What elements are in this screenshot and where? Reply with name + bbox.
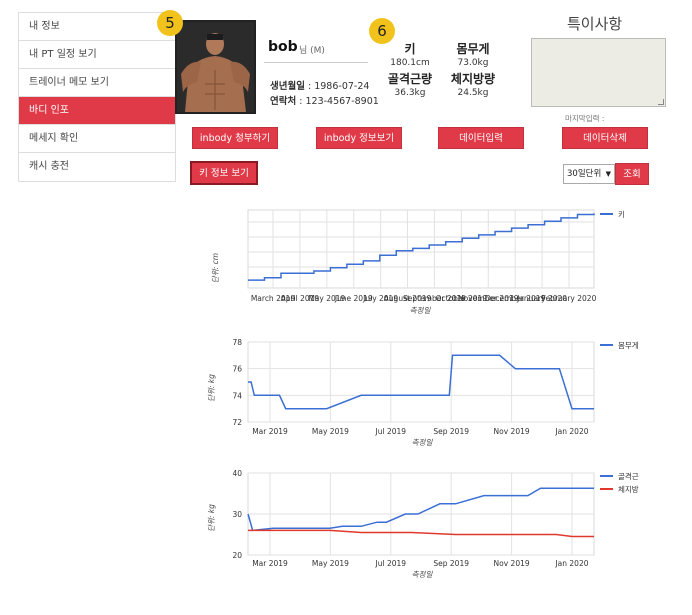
weight-chart-xlabel: 측정일 bbox=[412, 438, 434, 447]
composition-chart-grid bbox=[247, 472, 595, 556]
weight-chart-legend: 몸무게 bbox=[600, 340, 639, 350]
series-line-muscle bbox=[247, 487, 594, 532]
x-tick-label: Jan 2020 bbox=[554, 427, 588, 436]
height-value: 180.1cm bbox=[390, 58, 430, 68]
phone-value: : 123-4567-8901 bbox=[296, 96, 379, 107]
weight-chart-ylabel: 단위: kg bbox=[207, 374, 216, 402]
weight-chart-x-ticks: Mar 2019 May 2019 Jul 2019 Sep 2019 Nov 2019… bbox=[252, 427, 589, 436]
period-select-value: 30일단위 bbox=[567, 169, 602, 179]
fat-label: 체지방량 bbox=[450, 72, 496, 86]
height-chart-svg: 단위: cm 측정일 March 2019April 2019May 2019J… bbox=[211, 209, 625, 315]
notes-textarea[interactable] bbox=[531, 38, 666, 107]
height-chart-xlabel: 측정일 bbox=[410, 306, 432, 315]
data-delete-button[interactable]: 데이터삭제 bbox=[562, 127, 648, 149]
y-tick-label: 76 bbox=[232, 365, 242, 374]
legend-label-weight: 몸무게 bbox=[618, 340, 639, 350]
x-tick-label: Sep 2019 bbox=[433, 427, 469, 436]
weight-chart-lines bbox=[248, 354, 594, 410]
marker-6-badge: 6 bbox=[369, 18, 395, 44]
muscle-label: 골격근량 bbox=[387, 72, 433, 86]
sidebar-item-my-info[interactable]: 내 정보 bbox=[19, 13, 175, 41]
legend-label-height: 키 bbox=[618, 210, 625, 219]
composition-chart-legend: 골격근 체지방 bbox=[600, 471, 639, 494]
profile-name-suffix: 님 (M) bbox=[299, 46, 325, 56]
data-input-button[interactable]: 데이터입력 bbox=[438, 127, 524, 149]
legend-label-fat: 체지방 bbox=[618, 484, 639, 494]
weight-chart: 단위: kg 측정일 72 74 76 78 Mar 2019 May 2019 Jul … bbox=[200, 330, 650, 450]
legend-label-muscle: 골격근 bbox=[618, 471, 639, 481]
last-input-label: 마지막입력 : bbox=[565, 114, 605, 123]
height-label: 키 bbox=[404, 42, 416, 56]
sidebar-menu: 내 정보 내 PT 일정 보기 트레이너 메모 보기 바디 인포 메세지 확인 … bbox=[18, 12, 176, 182]
composition-chart-ylabel: 단위: kg bbox=[207, 504, 216, 532]
series-line-weight bbox=[248, 354, 594, 410]
y-tick-label: 40 bbox=[232, 469, 242, 478]
profile-name: bob bbox=[268, 39, 298, 55]
height-chart: 단위: cm 측정일 March 2019 April 2019 May 2019 J… bbox=[200, 200, 650, 320]
muscle-value: 36.3kg bbox=[394, 88, 426, 98]
profile-photo-image bbox=[177, 22, 254, 112]
lookup-button[interactable]: 조회 bbox=[615, 163, 649, 185]
height-chart-x-ticks: March 2019April 2019May 2019June 2019Jul… bbox=[251, 294, 597, 303]
weight-chart-y-ticks: 72 74 76 78 bbox=[232, 338, 242, 427]
key-info-button[interactable]: 키 정보 보기 bbox=[190, 161, 258, 185]
height-chart-ylabel: 단위: cm bbox=[211, 253, 220, 283]
marker-5-badge: 5 bbox=[157, 10, 183, 36]
x-tick-label: Mar 2019 bbox=[252, 559, 288, 568]
x-tick-label: Jan 2020 bbox=[554, 559, 588, 568]
phone-label: 연락처 bbox=[270, 96, 297, 107]
composition-chart-x-ticks: Mar 2019 May 2019 Jul 2019 Sep 2019 Nov 2019… bbox=[252, 559, 589, 568]
x-tick-label: February 2020 bbox=[542, 294, 597, 303]
y-tick-label: 30 bbox=[232, 510, 242, 519]
height-chart-legend: 키 bbox=[600, 210, 625, 219]
weight-chart-svg: 단위: kg 측정일 72 74 76 78 Mar 2019 May 2019 Jul … bbox=[207, 338, 639, 447]
sidebar-item-cash-charge[interactable]: 캐시 충전 bbox=[19, 153, 175, 181]
sidebar-item-trainer-memo[interactable]: 트레이너 메모 보기 bbox=[19, 69, 175, 97]
composition-chart: 단위: kg 측정일 20 30 40 Mar 2019 May 2019 Jul 20… bbox=[200, 463, 650, 593]
profile-birthdate: 생년월일 : 1986-07-24 bbox=[270, 78, 369, 92]
inbody-request-button[interactable]: inbody 청부하기 bbox=[192, 127, 278, 149]
composition-chart-svg: 단위: kg 측정일 20 30 40 Mar 2019 May 2019 Jul 20… bbox=[207, 469, 639, 579]
period-select[interactable]: 30일단위 ▼ bbox=[563, 164, 615, 184]
x-tick-label: Nov 2019 bbox=[494, 427, 530, 436]
y-tick-label: 74 bbox=[232, 391, 242, 400]
notes-title: 특이사항 bbox=[567, 15, 623, 33]
sidebar-item-pt-schedule[interactable]: 내 PT 일정 보기 bbox=[19, 41, 175, 69]
x-tick-label: May 2019 bbox=[312, 427, 349, 436]
y-tick-label: 20 bbox=[232, 551, 242, 560]
profile-divider bbox=[264, 62, 368, 63]
x-tick-label: May 2019 bbox=[312, 559, 349, 568]
inbody-view-button[interactable]: inbody 정보보기 bbox=[316, 127, 402, 149]
composition-chart-xlabel: 측정일 bbox=[412, 570, 434, 579]
x-tick-label: Mar 2019 bbox=[252, 427, 288, 436]
chevron-down-icon: ▼ bbox=[605, 170, 611, 178]
profile-phone: 연락처 : 123-4567-8901 bbox=[270, 93, 379, 107]
x-tick-label: Jul 2019 bbox=[375, 427, 407, 436]
resize-grip-icon[interactable] bbox=[658, 99, 664, 105]
x-tick-label: Jul 2019 bbox=[375, 559, 407, 568]
fat-value: 24.5kg bbox=[457, 88, 489, 98]
weight-chart-grid bbox=[247, 341, 595, 423]
y-tick-label: 78 bbox=[232, 338, 242, 347]
y-tick-label: 72 bbox=[232, 418, 242, 427]
birth-label: 생년월일 bbox=[270, 81, 305, 92]
plot-frame bbox=[247, 341, 595, 423]
series-line-fat bbox=[248, 529, 594, 538]
x-tick-label: Nov 2019 bbox=[494, 559, 530, 568]
birth-value: : 1986-07-24 bbox=[304, 81, 370, 92]
weight-value: 73.0kg bbox=[457, 58, 489, 68]
sidebar-item-body-info[interactable]: 바디 인포 bbox=[19, 97, 175, 125]
weight-label: 몸무게 bbox=[456, 42, 490, 56]
sidebar-item-messages[interactable]: 메세지 확인 bbox=[19, 125, 175, 153]
composition-chart-lines bbox=[247, 487, 594, 538]
composition-chart-y-ticks: 20 30 40 bbox=[232, 469, 242, 560]
profile-photo bbox=[175, 20, 256, 114]
x-tick-label: Sep 2019 bbox=[433, 559, 469, 568]
